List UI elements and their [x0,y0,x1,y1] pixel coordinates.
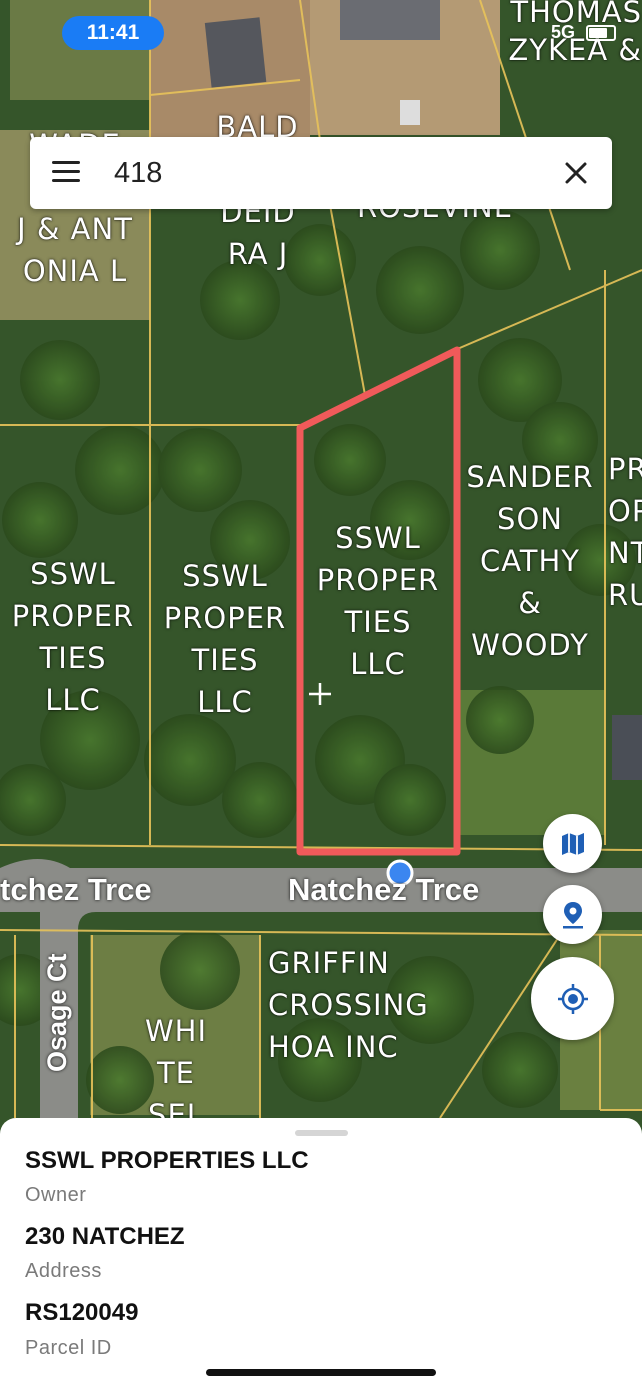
search-input[interactable] [114,137,534,209]
parcel-id-label: Parcel ID [25,1337,112,1359]
parcel-label-griffin: GRIFFIN CROSSING HOA INC [268,946,429,1064]
road-label-natchez-main: Natchez Trce [288,872,480,907]
crosshair-icon [557,983,588,1014]
status-bar-indicators: 5G [551,22,616,43]
parcel-info-sheet[interactable]: SSWL PROPERTIES LLC Owner 230 NATCHEZ Ad… [0,1118,642,1389]
road-label-osage: Osage Ct [42,953,72,1072]
menu-icon[interactable] [52,161,80,183]
parcel-label-sswl-selected: SSWL PROPER TIES LLC [316,521,440,681]
parcel-label-sswl-middle: SSWL PROPER TIES LLC [163,559,287,719]
map-icon [561,832,584,855]
search-bar [30,137,612,209]
network-label: 5G [550,22,575,42]
owner-label: Owner [25,1184,87,1206]
parcel-label-sswl-left: SSWL PROPER TIES LLC [11,557,135,717]
place-pin-button[interactable] [543,885,602,944]
parcel-label-pr-right: PR OP NT RU [608,452,642,612]
my-location-button[interactable] [531,957,614,1040]
address-label: Address [25,1260,102,1282]
sheet-drag-handle[interactable] [295,1130,348,1136]
home-indicator [206,1369,436,1376]
parcel-label-sanderson: SANDER SON CATHY & WOODY [466,460,594,662]
close-icon[interactable] [562,159,590,187]
map-layers-button[interactable] [543,814,602,873]
parcel-label-white: WHI TE SEL [144,1014,208,1118]
address-value: 230 NATCHEZ [25,1223,185,1250]
status-bar-time: 11:41 [62,16,164,50]
parcel-id-value: RS120049 [25,1299,139,1326]
pin-icon [562,901,583,928]
battery-icon [586,25,616,42]
road-label-natchez-left: tchez Trce [0,872,152,907]
owner-value: SSWL PROPERTIES LLC [25,1147,309,1174]
